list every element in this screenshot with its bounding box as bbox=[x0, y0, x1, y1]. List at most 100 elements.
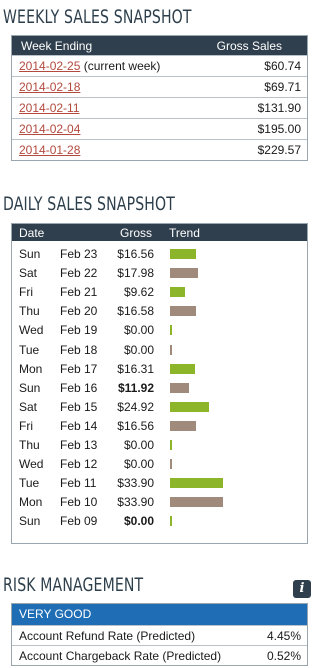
refund-rate-label: Account Refund Rate (Predicted) bbox=[19, 628, 196, 643]
gross-sales-value: $60.74 bbox=[264, 59, 301, 73]
date-label: Feb 18 bbox=[60, 342, 98, 357]
table-row: 2014-02-18 $69.71 bbox=[12, 76, 307, 97]
daily-row: Tue Feb 11 $33.90 bbox=[12, 473, 307, 492]
day-label: Mon bbox=[19, 361, 43, 376]
gross-sales-value: $131.90 bbox=[257, 101, 301, 115]
day-label: Sun bbox=[19, 380, 41, 395]
daily-row: Sun Feb 16 $11.92 bbox=[12, 378, 307, 397]
date-label: Feb 15 bbox=[60, 399, 98, 414]
date-label: Feb 20 bbox=[60, 304, 98, 319]
gross-value: $16.31 bbox=[117, 361, 154, 376]
refund-rate-value: 4.45% bbox=[266, 628, 301, 643]
trend-bar bbox=[170, 306, 196, 317]
gross-value: $0.00 bbox=[123, 323, 154, 338]
day-label: Sun bbox=[19, 514, 41, 529]
daily-row: Mon Feb 10 $33.90 bbox=[12, 492, 307, 511]
date-label: Feb 13 bbox=[60, 438, 98, 452]
table-row: 2014-02-11 $131.90 bbox=[12, 97, 307, 118]
current-week-note: (current week) bbox=[83, 59, 161, 73]
gross-value: $16.58 bbox=[117, 304, 154, 319]
trend-header: Trend bbox=[169, 226, 200, 240]
day-label: Sun bbox=[19, 247, 41, 261]
date-label: Feb 16 bbox=[60, 380, 98, 395]
gross-value: $33.90 bbox=[117, 476, 154, 491]
gross-value: $11.92 bbox=[117, 380, 154, 395]
date-label: Feb 22 bbox=[60, 266, 98, 281]
gross-value: $17.98 bbox=[117, 266, 154, 281]
date-label: Feb 19 bbox=[60, 323, 98, 338]
day-label: Wed bbox=[19, 457, 44, 472]
date-label: Feb 14 bbox=[60, 418, 98, 433]
date-label: Feb 11 bbox=[60, 476, 97, 491]
info-icon[interactable]: i bbox=[293, 580, 311, 598]
trend-bar bbox=[170, 440, 172, 450]
trend-bar bbox=[170, 420, 196, 431]
date-label: Feb 12 bbox=[60, 457, 98, 472]
trend-bar bbox=[170, 287, 186, 298]
day-label: Sat bbox=[19, 399, 38, 414]
trend-bar bbox=[170, 516, 172, 527]
weekly-sales-table: Week Ending Gross Sales 2014-02-25 (curr… bbox=[11, 35, 308, 161]
date-label: Feb 23 bbox=[60, 247, 98, 261]
date-label: Feb 17 bbox=[60, 361, 98, 376]
trend-bar bbox=[170, 268, 199, 279]
weekly-sales-title: WEEKLY SALES SNAPSHOT bbox=[3, 6, 192, 28]
gross-value: $16.56 bbox=[117, 418, 154, 433]
weekly-table-header: Week Ending Gross Sales bbox=[12, 36, 307, 55]
trend-bar bbox=[170, 325, 172, 336]
date-label: Feb 09 bbox=[60, 514, 98, 529]
week-link[interactable]: 2014-01-28 bbox=[19, 143, 80, 157]
trend-bar bbox=[170, 363, 196, 374]
risk-management-title: RISK MANAGEMENT bbox=[3, 574, 144, 596]
gross-value: $0.00 bbox=[123, 438, 154, 452]
chargeback-rate-label: Account Chargeback Rate (Predicted) bbox=[19, 648, 222, 663]
daily-row: Tue Feb 18 $0.00 bbox=[12, 340, 307, 359]
gross-value: $0.00 bbox=[123, 457, 154, 472]
daily-row: Sat Feb 15 $24.92 bbox=[12, 397, 307, 416]
daily-row: Thu Feb 13 $0.00 bbox=[12, 435, 307, 454]
gross-sales-value: $195.00 bbox=[257, 122, 301, 136]
week-link[interactable]: 2014-02-11 bbox=[19, 101, 80, 115]
trend-bar bbox=[170, 401, 209, 412]
day-label: Fri bbox=[19, 418, 33, 433]
daily-row: Fri Feb 14 $16.56 bbox=[12, 416, 307, 435]
daily-row: Wed Feb 19 $0.00 bbox=[12, 320, 307, 339]
table-row: 2014-02-04 $195.00 bbox=[12, 118, 307, 139]
trend-bar bbox=[170, 344, 172, 355]
daily-row: Wed Feb 12 $0.00 bbox=[12, 454, 307, 473]
trend-bar bbox=[170, 497, 223, 508]
risk-status-badge: VERY GOOD bbox=[12, 604, 307, 625]
gross-sales-value: $69.71 bbox=[264, 80, 301, 94]
week-ending-header: Week Ending bbox=[21, 38, 93, 53]
gross-value: $9.62 bbox=[123, 285, 154, 300]
trend-bar bbox=[170, 382, 189, 393]
gross-header: Gross bbox=[120, 226, 153, 240]
date-label: Feb 21 bbox=[60, 285, 98, 300]
day-label: Sat bbox=[19, 266, 38, 281]
day-label: Thu bbox=[19, 438, 40, 452]
table-row: 2014-01-28 $229.57 bbox=[12, 139, 307, 160]
table-row: Account Chargeback Rate (Predicted) 0.52… bbox=[12, 645, 307, 665]
day-label: Thu bbox=[19, 304, 40, 319]
gross-value: $0.00 bbox=[123, 514, 154, 529]
daily-sales-title: DAILY SALES SNAPSHOT bbox=[3, 193, 175, 215]
day-label: Wed bbox=[19, 323, 44, 338]
trend-bar bbox=[170, 459, 172, 470]
daily-row: Sun Feb 23 $16.56 bbox=[12, 244, 307, 263]
risk-management-table: VERY GOOD Account Refund Rate (Predicted… bbox=[11, 603, 308, 666]
daily-row: Sun Feb 09 $0.00 bbox=[12, 511, 307, 530]
daily-sales-table: Date Gross Trend Sun Feb 23 $16.56 Sat Feb 2… bbox=[11, 223, 308, 544]
date-header: Date bbox=[19, 226, 45, 240]
daily-row: Thu Feb 20 $16.58 bbox=[12, 301, 307, 320]
day-label: Mon bbox=[19, 495, 43, 510]
week-link[interactable]: 2014-02-18 bbox=[19, 80, 80, 94]
table-row: 2014-02-25 (current week) $60.74 bbox=[12, 55, 307, 76]
daily-row: Fri Feb 21 $9.62 bbox=[12, 282, 307, 301]
week-link[interactable]: 2014-02-04 bbox=[19, 122, 80, 136]
daily-row: Sat Feb 22 $17.98 bbox=[12, 263, 307, 282]
gross-value: $16.56 bbox=[117, 247, 154, 261]
week-link[interactable]: 2014-02-25 bbox=[19, 59, 80, 73]
date-label: Feb 10 bbox=[60, 495, 98, 510]
table-row: Account Refund Rate (Predicted) 4.45% bbox=[12, 625, 307, 645]
chargeback-rate-value: 0.52% bbox=[266, 648, 301, 663]
